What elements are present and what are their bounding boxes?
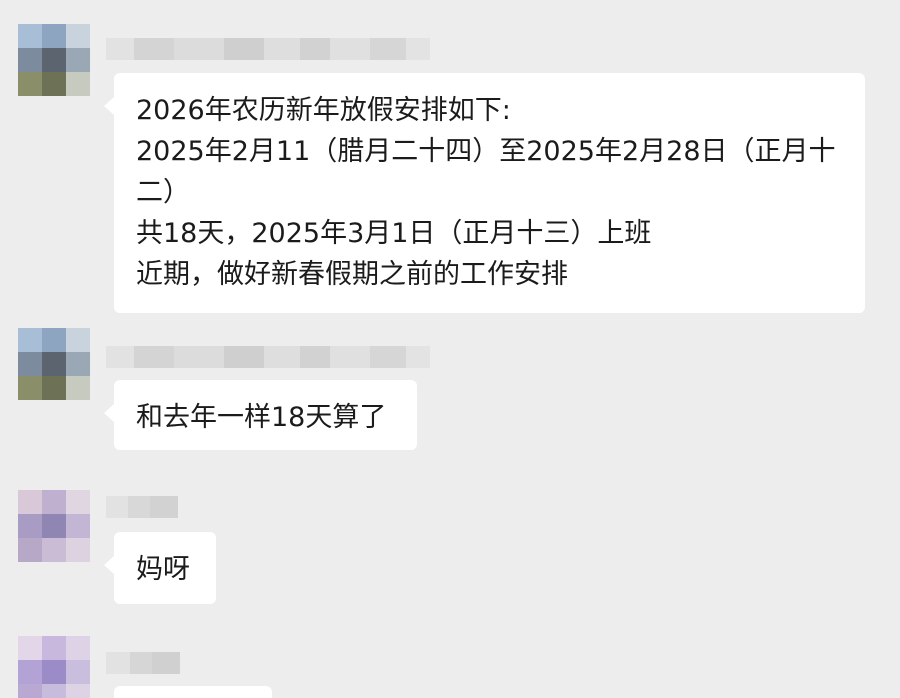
sender-name-blurred [106, 38, 430, 60]
sender-avatar[interactable] [18, 490, 90, 562]
message-bubble[interactable]: 妈呀 [104, 532, 216, 604]
sender-avatar[interactable] [18, 328, 90, 400]
chat-message-list[interactable]: 2026年农历新年放假安排如下: 2025年2月11（腊月二十四）至2025年2… [0, 0, 900, 698]
chat-message: 2026年农历新年放假安排如下: 2025年2月11（腊月二十四）至2025年2… [0, 0, 900, 313]
sender-name-blurred [106, 652, 180, 674]
message-text-line: 共18天，2025年3月1日（正月十三）上班 [136, 218, 652, 249]
message-text-line: 妈呀 [136, 554, 190, 585]
chat-message: 妈呀 [0, 470, 900, 620]
sender-avatar[interactable] [18, 636, 90, 698]
chat-message: 和去年一样18天算了 [0, 310, 900, 470]
message-text-line: 近期，做好新春假期之前的工作安排 [136, 259, 568, 290]
message-text-line: 2026年农历新年放假安排如下: [136, 95, 511, 126]
message-text-line: 2025年2月11（腊月二十四）至2025年2月28日（正月十二） [136, 136, 836, 208]
sender-name-blurred [106, 346, 430, 368]
message-bubble[interactable]: 2026年农历新年放假安排如下: 2025年2月11（腊月二十四）至2025年2… [104, 73, 865, 313]
message-bubble[interactable]: 和去年一样18天算了 [104, 380, 417, 450]
chat-message [0, 620, 900, 698]
sender-avatar[interactable] [18, 24, 90, 96]
sender-name-blurred [106, 496, 178, 518]
message-text-line: 和去年一样18天算了 [136, 402, 387, 433]
message-bubble[interactable] [114, 686, 272, 698]
